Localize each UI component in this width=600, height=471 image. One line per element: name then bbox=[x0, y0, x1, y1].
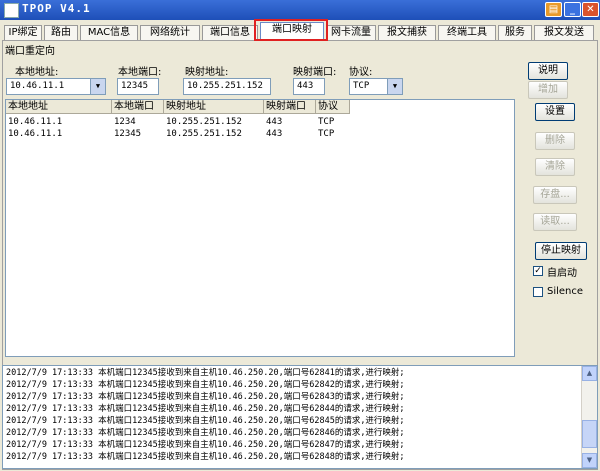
col-protocol[interactable]: 协议 bbox=[316, 100, 350, 114]
chevron-down-icon[interactable]: ▼ bbox=[387, 79, 402, 94]
log-line: 2012/7/9 17:13:33 本机端口12345接收到来自主机10.46.… bbox=[6, 452, 405, 462]
cell-local-address: 10.46.11.1 bbox=[8, 129, 63, 139]
clear-button[interactable]: 清除 bbox=[535, 158, 575, 176]
tab-port-info[interactable]: 端口信息 bbox=[202, 25, 258, 40]
cell-map-address: 10.255.251.152 bbox=[166, 129, 242, 139]
tab-route[interactable]: 路由 bbox=[44, 25, 78, 40]
map-port-input[interactable]: 443 bbox=[293, 78, 325, 95]
stop-mapping-button[interactable]: 停止映射 bbox=[535, 242, 587, 260]
map-address-input[interactable]: 10.255.251.152 bbox=[183, 78, 271, 95]
autostart-checkbox[interactable]: ✓ bbox=[533, 266, 543, 276]
tab-terminal-tools[interactable]: 终端工具 bbox=[438, 25, 496, 40]
table-row[interactable]: 10.46.11.1 12345 10.255.251.152 443 TCP bbox=[6, 128, 514, 140]
local-address-combo[interactable]: 10.46.11.1 ▼ bbox=[6, 78, 106, 95]
silence-checkbox[interactable] bbox=[533, 287, 543, 297]
group-title: 端口重定向 bbox=[5, 46, 55, 57]
col-map-port[interactable]: 映射端口 bbox=[264, 100, 316, 114]
scroll-down-icon[interactable]: ▼ bbox=[582, 453, 597, 468]
protocol-value: TCP bbox=[353, 81, 370, 91]
active-tab-highlight bbox=[254, 19, 328, 41]
mapping-table[interactable]: 本地地址 本地端口 映射地址 映射端口 协议 10.46.11.1 1234 1… bbox=[5, 99, 515, 357]
title-bar: TPOP V4.1 ▤ _ ✕ bbox=[0, 0, 600, 20]
protocol-select[interactable]: TCP ▼ bbox=[349, 78, 403, 95]
col-map-address[interactable]: 映射地址 bbox=[164, 100, 264, 114]
local-port-label: 本地端口: bbox=[118, 67, 162, 78]
tab-nic-traffic[interactable]: 网卡流量 bbox=[326, 25, 376, 40]
minimize-button[interactable]: _ bbox=[564, 2, 581, 17]
cell-protocol: TCP bbox=[318, 129, 335, 139]
window-title: TPOP V4.1 bbox=[22, 2, 91, 15]
log-line: 2012/7/9 17:13:33 本机端口12345接收到来自主机10.46.… bbox=[6, 368, 405, 378]
scroll-thumb[interactable] bbox=[582, 420, 597, 448]
silence-label: Silence bbox=[547, 286, 584, 297]
scroll-up-icon[interactable]: ▲ bbox=[582, 366, 597, 381]
table-row[interactable]: 10.46.11.1 1234 10.255.251.152 443 TCP bbox=[6, 116, 514, 128]
close-button[interactable]: ✕ bbox=[582, 2, 599, 17]
log-line: 2012/7/9 17:13:33 本机端口12345接收到来自主机10.46.… bbox=[6, 380, 405, 390]
menu-icon[interactable]: ▤ bbox=[545, 2, 562, 17]
log-line: 2012/7/9 17:13:33 本机端口12345接收到来自主机10.46.… bbox=[6, 440, 405, 450]
log-line: 2012/7/9 17:13:33 本机端口12345接收到来自主机10.46.… bbox=[6, 428, 405, 438]
log-line: 2012/7/9 17:13:33 本机端口12345接收到来自主机10.46.… bbox=[6, 392, 405, 402]
tab-packet-capture[interactable]: 报文捕获 bbox=[378, 25, 436, 40]
log-scrollbar[interactable]: ▲ ▼ bbox=[581, 366, 597, 468]
local-address-value: 10.46.11.1 bbox=[10, 81, 65, 91]
log-area[interactable]: 2012/7/9 17:13:33 本机端口12345接收到来自主机10.46.… bbox=[2, 365, 598, 469]
table-header: 本地地址 本地端口 映射地址 映射端口 协议 bbox=[6, 100, 514, 114]
map-address-label: 映射地址: bbox=[185, 67, 229, 78]
cell-local-address: 10.46.11.1 bbox=[8, 117, 63, 127]
protocol-label: 协议: bbox=[349, 67, 373, 78]
tab-mac-info[interactable]: MAC信息 bbox=[80, 25, 138, 40]
cell-map-port: 443 bbox=[266, 129, 283, 139]
settings-button[interactable]: 设置 bbox=[535, 103, 575, 121]
explain-button[interactable]: 说明 bbox=[528, 62, 568, 80]
cell-protocol: TCP bbox=[318, 117, 335, 127]
app-icon bbox=[4, 3, 19, 18]
tab-packet-send[interactable]: 报文发送 bbox=[534, 25, 594, 40]
local-port-input[interactable]: 12345 bbox=[117, 78, 159, 95]
log-line: 2012/7/9 17:13:33 本机端口12345接收到来自主机10.46.… bbox=[6, 404, 405, 414]
cell-local-port: 1234 bbox=[114, 117, 136, 127]
map-port-label: 映射端口: bbox=[293, 67, 337, 78]
col-local-address[interactable]: 本地地址 bbox=[6, 100, 112, 114]
cell-map-port: 443 bbox=[266, 117, 283, 127]
autostart-label: 自启动 bbox=[547, 268, 577, 279]
load-button[interactable]: 读取... bbox=[533, 213, 577, 231]
cell-map-address: 10.255.251.152 bbox=[166, 117, 242, 127]
chevron-down-icon[interactable]: ▼ bbox=[90, 79, 105, 94]
tab-service[interactable]: 服务 bbox=[498, 25, 532, 40]
cell-local-port: 12345 bbox=[114, 129, 142, 139]
tab-ip-bind[interactable]: IP绑定 bbox=[4, 25, 42, 40]
col-local-port[interactable]: 本地端口 bbox=[112, 100, 164, 114]
save-button[interactable]: 存盘... bbox=[533, 186, 577, 204]
local-address-label: 本地地址: bbox=[15, 67, 59, 78]
add-button[interactable]: 增加 bbox=[528, 81, 568, 99]
tab-net-stats[interactable]: 网络统计 bbox=[140, 25, 200, 40]
log-line: 2012/7/9 17:13:33 本机端口12345接收到来自主机10.46.… bbox=[6, 416, 405, 426]
delete-button[interactable]: 删除 bbox=[535, 132, 575, 150]
